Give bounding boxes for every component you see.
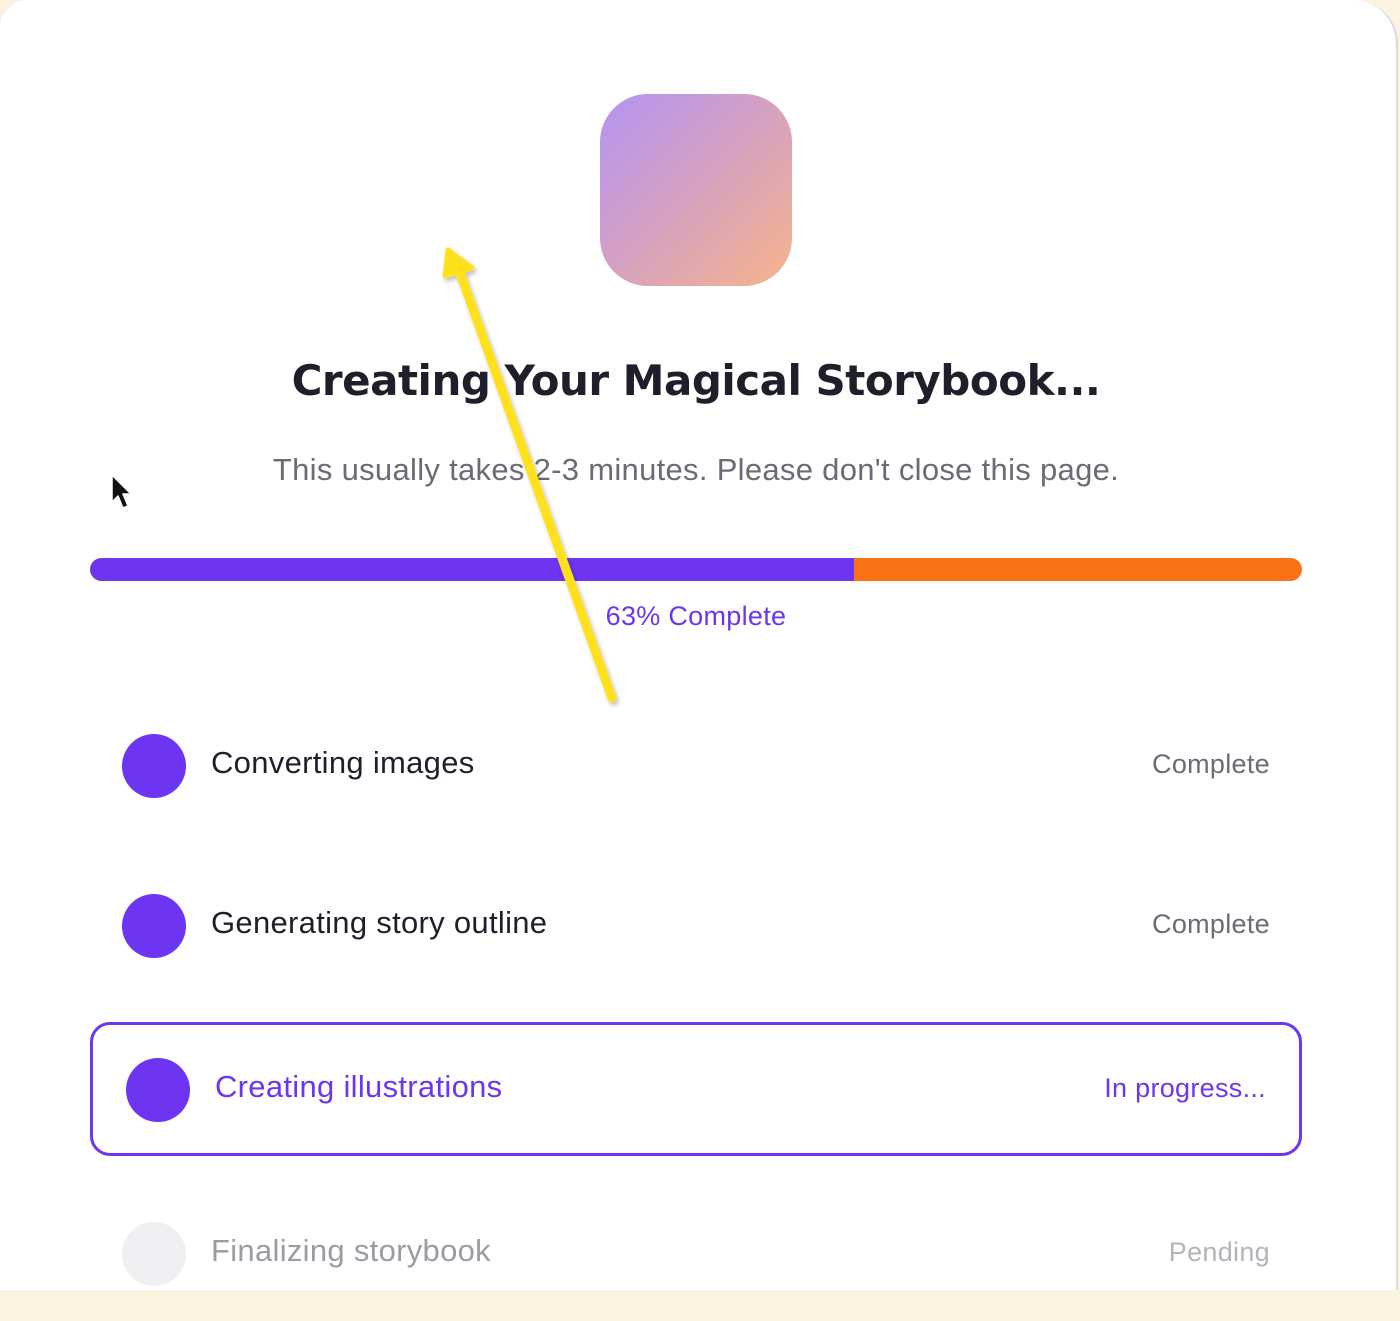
step-label: Converting images: [211, 745, 475, 780]
step-status: Complete: [1152, 749, 1270, 779]
step-label: Creating illustrations: [215, 1069, 503, 1104]
step-status: Pending: [1168, 1237, 1270, 1267]
step-finalizing-storybook: Finalizing storybook Pending: [90, 1187, 1302, 1321]
step-active-icon: [126, 1058, 190, 1122]
progress-bar: [90, 558, 1302, 581]
step-label: Finalizing storybook: [211, 1233, 491, 1268]
step-creating-illustrations: Creating illustrations In progress...: [90, 1022, 1302, 1156]
step-complete-icon: [122, 894, 186, 958]
progress-label: 63% Complete: [605, 601, 787, 631]
progress-bar-fill: [90, 558, 854, 581]
step-label: Generating story outline: [211, 905, 548, 940]
step-converting-images: Converting images Complete: [90, 699, 1302, 833]
progress-card: Creating Your Magical Storybook... This …: [0, 0, 1398, 1290]
page-subtitle: This usually takes 2-3 minutes. Please d…: [272, 452, 1120, 487]
step-complete-icon: [122, 734, 186, 798]
step-status: Complete: [1152, 909, 1270, 939]
page-title: Creating Your Magical Storybook...: [291, 356, 1101, 405]
storybook-logo-icon: [600, 94, 792, 286]
step-status: In progress...: [1104, 1073, 1266, 1103]
step-generating-outline: Generating story outline Complete: [90, 859, 1302, 993]
step-pending-icon: [122, 1222, 186, 1286]
